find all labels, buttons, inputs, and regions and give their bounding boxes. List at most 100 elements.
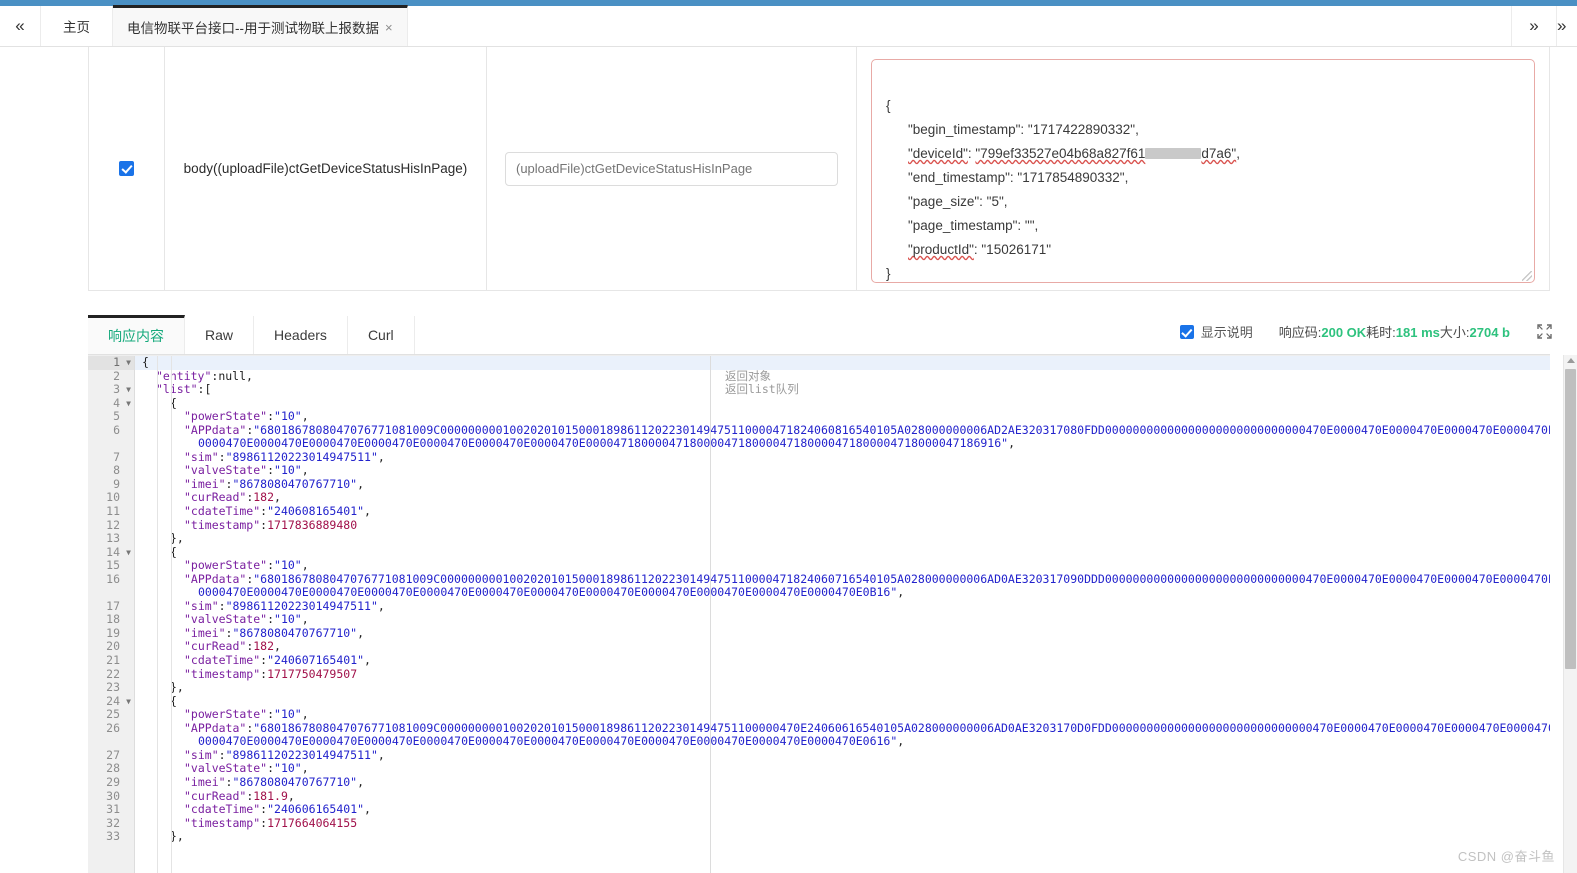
- status-code-label: 响应码:: [1278, 325, 1322, 340]
- response-annotations: 返回对象 返回list队列: [725, 356, 799, 844]
- line-number: 11: [106, 504, 120, 519]
- response-scrollbar[interactable]: [1563, 355, 1577, 873]
- line-number: 4 ▼: [113, 395, 131, 411]
- code-token-key: "imei": [184, 476, 226, 491]
- code-token-punc: ,: [246, 368, 253, 383]
- code-token-str: "240606165401": [267, 802, 365, 817]
- code-token-key: "cdateTime": [184, 653, 261, 668]
- code-line: "valveState":"10",: [135, 762, 1550, 776]
- code-line: "cdateTime":"240606165401",: [135, 802, 1550, 817]
- annotation-line: 返回对象: [725, 368, 771, 383]
- code-token-num: 1717664064155: [267, 815, 358, 830]
- status-metrics: 响应码:200 OK耗时:181 ms大小:2704 b: [1279, 322, 1510, 341]
- code-token-str: "89861120223014947511": [225, 598, 378, 613]
- code-token-num: 182: [253, 639, 275, 654]
- code-line: "cdateTime":"240607165401",: [135, 653, 1550, 668]
- body-close-brace: }: [886, 266, 891, 281]
- status-code-value: 200 OK: [1321, 325, 1367, 340]
- tab-overflow-icon[interactable]: »: [1511, 6, 1556, 46]
- code-token-punc: ,: [301, 761, 309, 776]
- watermark: CSDN @奋斗鱼: [1457, 849, 1555, 864]
- code-token-key: "APPdata": [184, 720, 247, 735]
- line-number: 31: [106, 802, 120, 817]
- line-number: 30: [106, 788, 120, 803]
- code-token-str: 0000470E0000470E0000470E0000470E0000470E…: [198, 436, 1009, 451]
- response-tab-响应内容[interactable]: 响应内容: [88, 315, 185, 354]
- code-line: {: [135, 396, 1550, 411]
- fold-arrow-icon[interactable]: ▼: [126, 356, 131, 370]
- response-code-area[interactable]: {"entity":null, "list":[{"powerState":"10…: [135, 356, 1550, 873]
- body-json-line: "deviceId": "799ef33527e04b68a827f61 d7a6…: [908, 146, 1240, 161]
- line-number: 6: [113, 422, 120, 437]
- show-description-checkbox[interactable]: [1179, 324, 1194, 339]
- response-status-bar: 显示说明 响应码:200 OK耗时:181 ms大小:2704 b: [1179, 322, 1553, 341]
- param-enabled-cell: [89, 47, 165, 290]
- annotation-line: [725, 410, 799, 424]
- code-token-key: "imei": [184, 774, 226, 789]
- fold-arrow-icon[interactable]: ▼: [126, 546, 131, 560]
- line-number: 10: [106, 490, 120, 505]
- code-token-str: "240607165401": [267, 653, 365, 668]
- app-root: « 主页 电信物联平台接口--用于测试物联上报数据 × » » body((up…: [0, 0, 1577, 873]
- request-body-editor[interactable]: { "begin_timestamp": "1717422890332", "de…: [871, 59, 1535, 283]
- fold-arrow-icon[interactable]: ▼: [126, 397, 131, 411]
- tab-more-icon[interactable]: »: [1556, 6, 1577, 46]
- code-token-str: "6801867808047076771081009C0000000001002…: [253, 571, 1550, 586]
- response-tab-raw[interactable]: Raw: [185, 316, 255, 354]
- annotation-line: [725, 817, 799, 831]
- code-token-key: "valveState": [184, 612, 268, 627]
- code-token-punc: :: [267, 612, 275, 627]
- code-token-punc: ,: [377, 598, 385, 613]
- line-number: 32: [106, 815, 120, 830]
- line-number: 33: [106, 829, 120, 844]
- line-number: 27: [106, 747, 120, 762]
- line-number: 22: [106, 666, 120, 681]
- response-tab-curl[interactable]: Curl: [348, 316, 415, 354]
- scrollbar-thumb[interactable]: [1565, 369, 1576, 669]
- tab-bar-spacer: [408, 6, 1511, 46]
- code-line: {: [135, 545, 1550, 560]
- body-json-value: "15026171": [981, 242, 1052, 257]
- body-json-value: "": [1024, 218, 1035, 233]
- line-number-gutter[interactable]: 1 ▼ 2 3 ▼ 4 ▼ 5 6 7 8 9 10 11 12 13 14 ▼ 15 16 17 18 19 20 21 2…: [88, 356, 135, 873]
- tab-home[interactable]: 主页: [41, 6, 113, 46]
- response-body-editor[interactable]: 1 ▼ 2 3 ▼ 4 ▼ 5 6 7 8 9 10 11 12 13 14 ▼ 15 16 17 18 19 20 21 2…: [88, 355, 1550, 873]
- annotation-line: [725, 600, 799, 614]
- tab-telecom-iot-interface[interactable]: 电信物联平台接口--用于测试物联上报数据 ×: [113, 5, 408, 46]
- code-line: "valveState":"10",: [135, 613, 1550, 627]
- body-json-value: "5": [986, 194, 1004, 209]
- elapsed-value: 181 ms: [1395, 325, 1440, 340]
- fold-arrow-icon[interactable]: ▼: [126, 383, 131, 397]
- code-token-key: "imei": [184, 625, 226, 640]
- code-token-num: 1717750479507: [267, 666, 358, 681]
- code-token-key: "powerState": [184, 409, 268, 424]
- request-params-row: body((uploadFile)ctGetDeviceStatusHisInP…: [88, 47, 1550, 291]
- line-number: 8: [113, 463, 120, 478]
- params-scroll-area: [1563, 47, 1577, 291]
- sidebar-collapse-icon[interactable]: «: [0, 6, 41, 46]
- code-line: },: [135, 829, 1550, 844]
- line-number: 13: [106, 531, 120, 546]
- resize-grip-icon[interactable]: [1522, 271, 1532, 281]
- code-line: "powerState":"10",: [135, 558, 1550, 573]
- annotation-line: [725, 790, 799, 804]
- response-tab-label: Raw: [205, 327, 234, 343]
- code-token-key: "cdateTime": [184, 802, 261, 817]
- fold-arrow-icon[interactable]: ▼: [126, 695, 131, 709]
- line-number: 14 ▼: [106, 544, 131, 560]
- param-value-input[interactable]: [505, 151, 838, 186]
- close-icon[interactable]: ×: [385, 20, 393, 35]
- param-enabled-checkbox[interactable]: [119, 161, 134, 176]
- code-token-punc: ,: [301, 612, 309, 627]
- show-description-toggle[interactable]: 显示说明: [1179, 322, 1253, 341]
- body-json-value: "1717854890332": [1017, 170, 1125, 185]
- tab-label: 电信物联平台接口--用于测试物联上报数据: [127, 21, 379, 36]
- fullscreen-icon[interactable]: [1536, 323, 1553, 340]
- annotation-line: [725, 451, 799, 465]
- show-description-label: 显示说明: [1200, 325, 1253, 340]
- scroll-up-icon[interactable]: [1567, 358, 1575, 363]
- tab-bar: « 主页 电信物联平台接口--用于测试物联上报数据 × » »: [0, 5, 1577, 47]
- response-tab-headers[interactable]: Headers: [254, 316, 348, 354]
- line-number: 19: [106, 625, 120, 640]
- body-json-key: "page_timestamp": [908, 218, 1018, 233]
